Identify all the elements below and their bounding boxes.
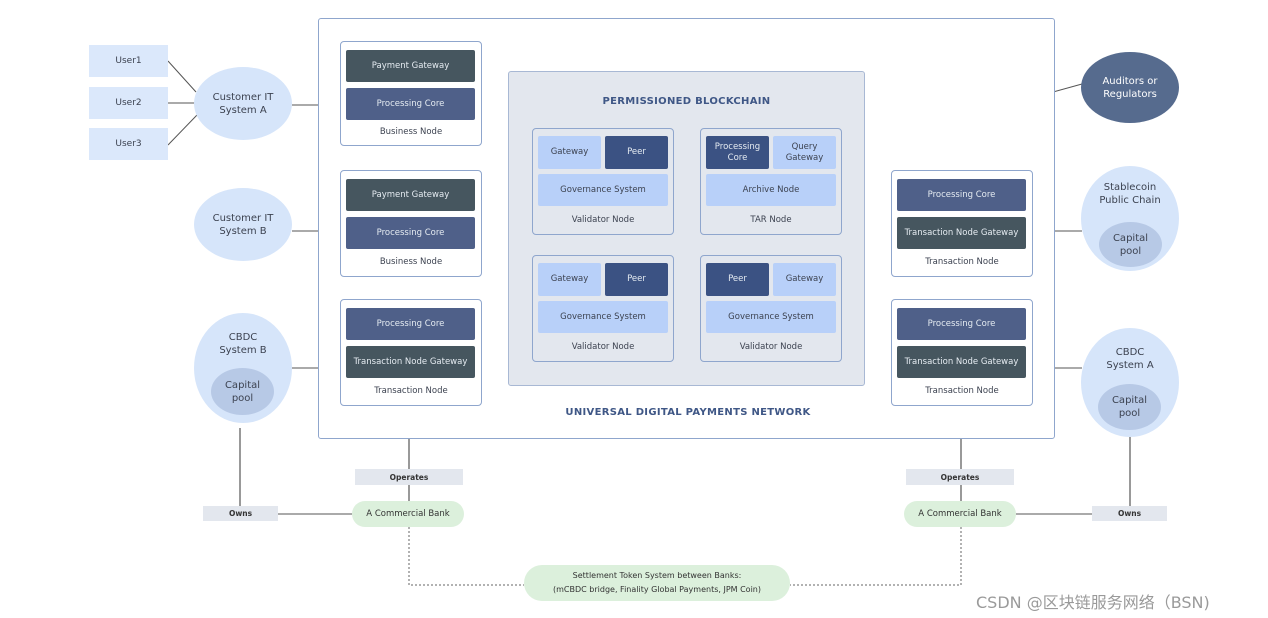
- processing-core-2[interactable]: Processing Core: [346, 217, 475, 249]
- tar-processing-core-line2: Core: [727, 152, 748, 163]
- payment-gateway-1[interactable]: Payment Gateway: [346, 50, 475, 82]
- tar-node-label: TAR Node: [750, 215, 792, 225]
- tar-processing-core[interactable]: Processing Core: [706, 136, 769, 169]
- validator-bl-peer[interactable]: Peer: [605, 263, 668, 296]
- commercial-bank-right[interactable]: A Commercial Bank: [904, 501, 1016, 527]
- tx-node-gateway-left[interactable]: Transaction Node Gateway: [346, 346, 475, 378]
- settlement-line2: (mCBDC bridge, Finality Global Payments,…: [553, 585, 761, 594]
- cbdc-b-line1: CBDC: [228, 332, 258, 343]
- business-node-2-label: Business Node: [379, 257, 443, 267]
- auditors-line1: Auditors or: [1102, 75, 1158, 87]
- tx-processing-core-left[interactable]: Processing Core: [346, 308, 475, 340]
- validator-top-gateway[interactable]: Gateway: [538, 136, 601, 169]
- settlement-dashed-left: [408, 527, 524, 586]
- business-node-2[interactable]: Payment Gateway Processing Core Business…: [340, 170, 482, 277]
- settlement-dashed-right: [790, 527, 962, 586]
- settlement-line1: Settlement Token System between Banks:: [572, 571, 742, 580]
- tx-node-gateway-right-top[interactable]: Transaction Node Gateway: [897, 217, 1026, 249]
- transaction-node-right-top[interactable]: Processing Core Transaction Node Gateway…: [891, 170, 1033, 277]
- cbdc-a-line2: System A: [1106, 360, 1154, 371]
- transaction-node-right-top-label: Transaction Node: [925, 257, 999, 267]
- tar-query-gateway[interactable]: Query Gateway: [773, 136, 836, 169]
- connector-user1-customer-a: [167, 60, 197, 93]
- business-node-1[interactable]: Payment Gateway Processing Core Business…: [340, 41, 482, 146]
- watermark: CSDN @区块链服务网络（BSN): [976, 593, 1210, 612]
- cbdc-system-a[interactable]: CBDC System A Capital pool: [1081, 328, 1179, 437]
- customer-it-system-b[interactable]: Customer IT System B: [194, 188, 292, 261]
- customer-b-line1: Customer IT: [212, 212, 274, 224]
- owns-tag-left: Owns: [203, 506, 278, 521]
- tar-archive-node[interactable]: Archive Node: [706, 174, 836, 206]
- stablecoin-capital-pool: Capital pool: [1099, 222, 1162, 267]
- transaction-node-right-bottom-label: Transaction Node: [925, 386, 999, 396]
- transaction-node-right-bottom[interactable]: Processing Core Transaction Node Gateway…: [891, 299, 1033, 406]
- user-1[interactable]: User1: [89, 45, 168, 77]
- validator-top-label: Validator Node: [571, 215, 635, 225]
- validator-node-top[interactable]: Gateway Peer Governance System Validator…: [532, 128, 674, 235]
- user-1-label: User1: [115, 56, 142, 66]
- customer-a-line2: System A: [219, 104, 267, 116]
- cbdc-b-pool-line2: pool: [231, 392, 254, 404]
- stablecoin-pool-line2: pool: [1119, 245, 1142, 257]
- tar-query-gateway-line1: Query: [791, 141, 818, 152]
- transaction-node-left[interactable]: Processing Core Transaction Node Gateway…: [340, 299, 482, 406]
- customer-it-system-a[interactable]: Customer IT System A: [194, 67, 292, 140]
- cbdc-b-pool-line1: Capital: [224, 379, 261, 391]
- validator-bl-gateway[interactable]: Gateway: [538, 263, 601, 296]
- cbdc-system-b[interactable]: CBDC System B Capital pool: [194, 313, 292, 423]
- tar-processing-core-line1: Processing: [714, 141, 761, 152]
- validator-top-governance[interactable]: Governance System: [538, 174, 668, 206]
- operates-tag-left: Operates: [355, 469, 463, 485]
- stablecoin-line2: Public Chain: [1099, 195, 1161, 206]
- stablecoin-public-chain[interactable]: Stablecoin Public Chain Capital pool: [1081, 166, 1179, 271]
- validator-br-label: Validator Node: [739, 342, 803, 352]
- user-2-label: User2: [115, 98, 142, 108]
- tx-processing-core-right-top[interactable]: Processing Core: [897, 179, 1026, 211]
- business-node-1-label: Business Node: [379, 127, 443, 137]
- blockchain-title: PERMISSIONED BLOCKCHAIN: [602, 96, 771, 107]
- transaction-node-left-label: Transaction Node: [374, 386, 448, 396]
- validator-bl-label: Validator Node: [571, 342, 635, 352]
- cbdc-a-capital-pool: Capital pool: [1098, 384, 1161, 430]
- permissioned-blockchain: PERMISSIONED BLOCKCHAIN Gateway Peer Gov…: [508, 71, 865, 386]
- cbdc-a-pool-line2: pool: [1118, 408, 1141, 419]
- stablecoin-line1: Stablecoin: [1103, 182, 1157, 193]
- cbdc-b-line2: System B: [219, 345, 267, 356]
- auditors-regulators[interactable]: Auditors or Regulators: [1081, 52, 1179, 123]
- stablecoin-pool-line1: Capital: [1112, 232, 1149, 244]
- processing-core-1[interactable]: Processing Core: [346, 88, 475, 120]
- validator-br-peer[interactable]: Peer: [706, 263, 769, 296]
- tx-node-gateway-right-bottom[interactable]: Transaction Node Gateway: [897, 346, 1026, 378]
- operates-tag-right: Operates: [906, 469, 1014, 485]
- validator-top-peer[interactable]: Peer: [605, 136, 668, 169]
- cbdc-a-pool-line1: Capital: [1111, 395, 1148, 406]
- validator-node-bottom-right[interactable]: Peer Gateway Governance System Validator…: [700, 255, 842, 362]
- owns-tag-right: Owns: [1092, 506, 1167, 521]
- validator-br-governance[interactable]: Governance System: [706, 301, 836, 333]
- validator-br-gateway[interactable]: Gateway: [773, 263, 836, 296]
- validator-node-bottom-left[interactable]: Gateway Peer Governance System Validator…: [532, 255, 674, 362]
- payment-gateway-2[interactable]: Payment Gateway: [346, 179, 475, 211]
- validator-bl-governance[interactable]: Governance System: [538, 301, 668, 333]
- auditors-line2: Regulators: [1103, 88, 1157, 100]
- user-3-label: User3: [115, 139, 142, 149]
- cbdc-a-line1: CBDC: [1115, 347, 1145, 358]
- customer-a-line1: Customer IT: [212, 91, 274, 103]
- tar-query-gateway-line2: Gateway: [785, 152, 824, 163]
- user-3[interactable]: User3: [89, 128, 168, 160]
- network-title: UNIVERSAL DIGITAL PAYMENTS NETWORK: [565, 407, 811, 418]
- commercial-bank-left[interactable]: A Commercial Bank: [352, 501, 464, 527]
- user-2[interactable]: User2: [89, 87, 168, 119]
- tar-node[interactable]: Processing Core Query Gateway Archive No…: [700, 128, 842, 235]
- customer-b-line2: System B: [219, 225, 267, 237]
- cbdc-b-capital-pool: Capital pool: [211, 368, 274, 415]
- tx-processing-core-right-bottom[interactable]: Processing Core: [897, 308, 1026, 340]
- connector-user3-customer-a: [167, 114, 198, 146]
- settlement-token-system[interactable]: Settlement Token System between Banks: (…: [524, 565, 790, 601]
